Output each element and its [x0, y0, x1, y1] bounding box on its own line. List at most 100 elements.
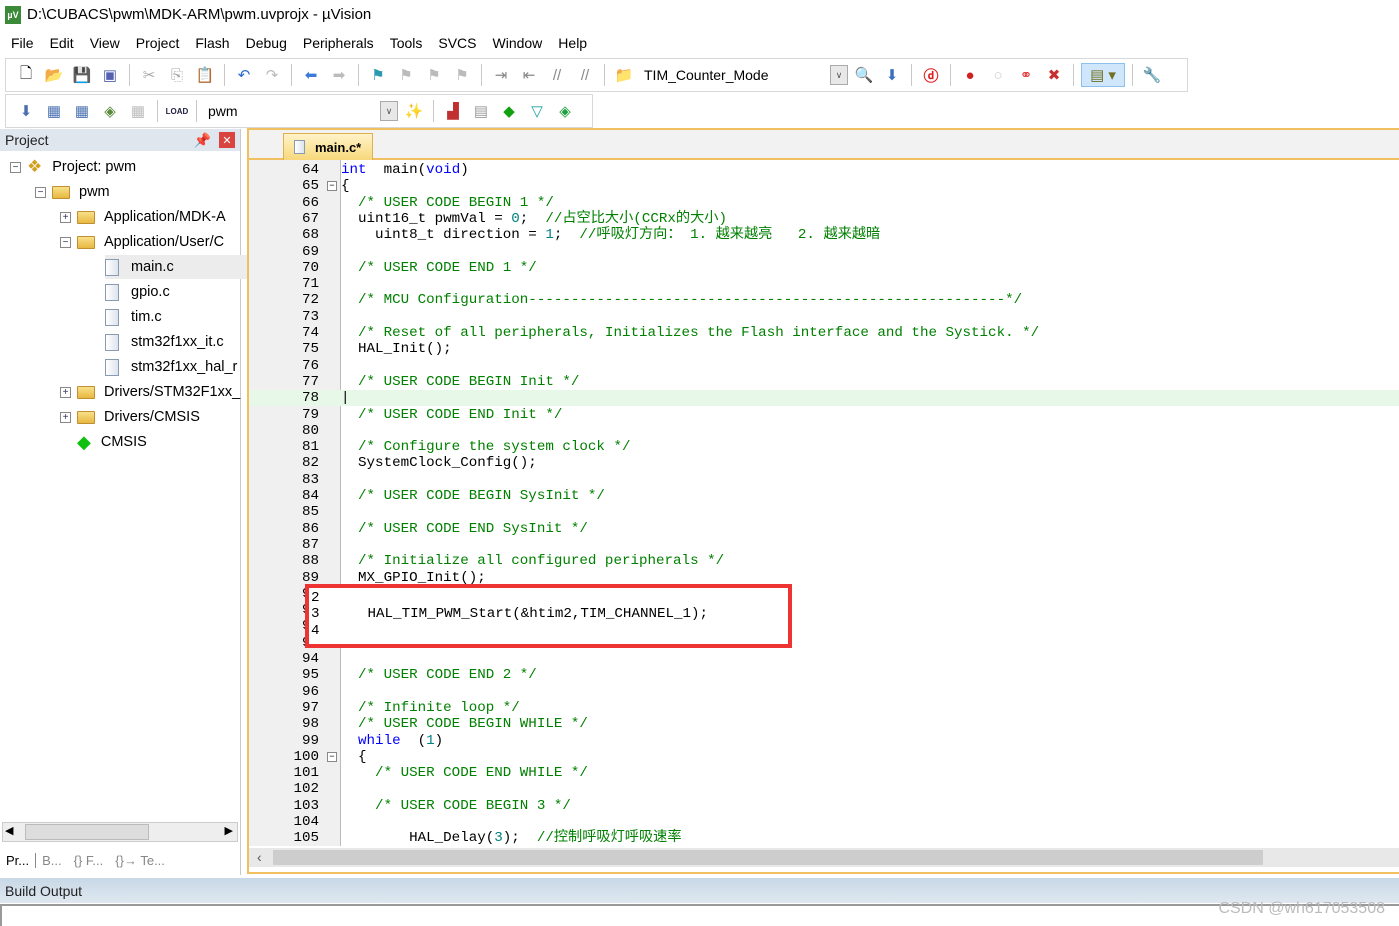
tree-item[interactable]: − pwm — [35, 180, 110, 204]
code-line[interactable]: 100− { — [249, 749, 1399, 765]
code-line[interactable]: 99 while (1) — [249, 733, 1399, 749]
comment-icon[interactable]: // — [545, 63, 569, 87]
target-combo[interactable]: pwm — [208, 103, 376, 119]
manage-multi-project-icon[interactable]: ▤ — [469, 99, 493, 123]
cut-icon[interactable]: ✂ — [137, 63, 161, 87]
paste-icon[interactable]: 📋 — [193, 63, 217, 87]
tree-item[interactable]: ◆ CMSIS — [77, 430, 147, 454]
project-panel-tab[interactable]: B... — [36, 853, 68, 868]
fold-collapse-icon[interactable]: − — [327, 181, 337, 192]
configure-icon[interactable]: 🔧 — [1140, 63, 1164, 87]
code-line[interactable]: 97 /* Infinite loop */ — [249, 700, 1399, 716]
save-all-icon[interactable]: ▣ — [98, 63, 122, 87]
menu-project[interactable]: Project — [128, 35, 188, 51]
editor-horizontal-scrollbar[interactable]: ‹ — [249, 848, 1399, 867]
breakpoint-kill-all-icon[interactable]: ✖ — [1042, 63, 1066, 87]
project-panel-tab[interactable]: Pr... — [0, 852, 37, 868]
menu-peripherals[interactable]: Peripherals — [295, 35, 382, 51]
build-output-text[interactable] — [0, 904, 1399, 926]
fold-collapse-icon[interactable]: − — [327, 751, 337, 762]
code-line[interactable]: 95 /* USER CODE END 2 */ — [249, 667, 1399, 683]
menu-file[interactable]: File — [3, 35, 42, 51]
build-icon[interactable]: ▦ — [42, 99, 66, 123]
save-icon[interactable]: 💾 — [70, 63, 94, 87]
code-line[interactable]: 65−{ — [249, 178, 1399, 194]
stop-build-icon[interactable]: ▦ — [126, 99, 150, 123]
expand-icon[interactable]: + — [60, 386, 71, 398]
pin-icon[interactable]: 📌 — [194, 132, 211, 149]
menu-svcs[interactable]: SVCS — [430, 35, 484, 51]
indent-icon[interactable]: ⇥ — [489, 63, 513, 87]
code-line[interactable]: 76 — [249, 358, 1399, 374]
tree-item[interactable]: stm32f1xx_it.c — [105, 330, 224, 354]
window-layout-icon[interactable]: ▤ ▾ — [1081, 63, 1125, 87]
find-in-files-icon[interactable]: 📁 — [612, 63, 636, 87]
rebuild-icon[interactable]: ▦ — [70, 99, 94, 123]
tree-item[interactable]: − ❖ Project: pwm — [10, 155, 136, 179]
code-line[interactable]: 84 /* USER CODE BEGIN SysInit */ — [249, 488, 1399, 504]
project-panel-tab[interactable]: {} F... — [68, 853, 110, 868]
collapse-icon[interactable]: − — [10, 161, 21, 173]
code-line[interactable]: 105 HAL_Delay(3); //控制呼吸灯呼吸速率 — [249, 830, 1399, 846]
code-line[interactable]: 82 SystemClock_Config(); — [249, 455, 1399, 471]
bookmark-prev-icon[interactable]: ⚑ — [394, 63, 418, 87]
code-line[interactable]: 83 — [249, 472, 1399, 488]
collapse-icon[interactable]: − — [60, 236, 71, 248]
open-file-icon[interactable]: 📂 — [42, 63, 66, 87]
breakpoint-insert-icon[interactable]: ● — [958, 63, 982, 87]
nav-back-icon[interactable]: ⬅ — [299, 63, 323, 87]
menu-view[interactable]: View — [82, 35, 128, 51]
expand-icon[interactable]: + — [60, 411, 71, 423]
scroll-thumb[interactable] — [25, 824, 149, 840]
scroll-thumb[interactable] — [273, 850, 1263, 865]
menu-flash[interactable]: Flash — [187, 35, 237, 51]
tree-item[interactable]: + Application/MDK-A — [60, 205, 226, 229]
tree-item[interactable]: stm32f1xx_hal_r — [105, 355, 237, 379]
find-combo[interactable]: TIM_Counter_Mode — [644, 67, 826, 83]
copy-icon[interactable]: ⎘ — [165, 63, 189, 87]
tree-horizontal-scrollbar[interactable]: ◀ ▶ — [2, 822, 238, 842]
unindent-icon[interactable]: ⇤ — [517, 63, 541, 87]
batch-build-icon[interactable]: ◈ — [98, 99, 122, 123]
menu-help[interactable]: Help — [550, 35, 595, 51]
tree-item[interactable]: − Application/User/C — [60, 230, 224, 254]
find-icon[interactable]: 🔍 — [852, 63, 876, 87]
tree-item[interactable]: gpio.c — [105, 280, 170, 304]
code-line[interactable]: 67 uint16_t pwmVal = 0; //占空比大小(CCRx的大小) — [249, 211, 1399, 227]
debug-session-icon[interactable]: ⓓ — [919, 63, 943, 87]
code-line[interactable]: 77 /* USER CODE BEGIN Init */ — [249, 374, 1399, 390]
tree-item[interactable]: main.c — [105, 255, 255, 279]
code-line[interactable]: 72 /* MCU Configuration-----------------… — [249, 292, 1399, 308]
collapse-icon[interactable]: − — [35, 186, 46, 198]
scroll-left-icon[interactable]: ‹ — [257, 849, 262, 865]
download-load-icon[interactable]: LOAD — [165, 99, 189, 123]
code-line[interactable]: 78 | — [249, 390, 1399, 407]
code-line[interactable]: 94 — [249, 651, 1399, 667]
code-line[interactable]: 68 uint8_t direction = 1; //呼吸灯方向： 1. 越来… — [249, 227, 1399, 243]
code-line[interactable]: 66 /* USER CODE BEGIN 1 */ — [249, 195, 1399, 211]
close-icon[interactable]: ✕ — [219, 132, 235, 148]
manage-project-items-icon[interactable]: ▟ — [441, 99, 465, 123]
nav-forward-icon[interactable]: ➡ — [327, 63, 351, 87]
redo-icon[interactable]: ↷ — [260, 63, 284, 87]
find-combo-dropdown[interactable]: ∨ — [830, 65, 848, 85]
translate-icon[interactable]: ⬇ — [14, 99, 38, 123]
incremental-find-icon[interactable]: ⬇ — [880, 63, 904, 87]
undo-icon[interactable]: ↶ — [232, 63, 256, 87]
code-line[interactable]: 101 /* USER CODE END WHILE */ — [249, 765, 1399, 781]
code-line[interactable]: 86 /* USER CODE END SysInit */ — [249, 521, 1399, 537]
bookmark-next-icon[interactable]: ⚑ — [422, 63, 446, 87]
breakpoint-enable-icon[interactable]: ○ — [986, 63, 1010, 87]
code-line[interactable]: 98 /* USER CODE BEGIN WHILE */ — [249, 716, 1399, 732]
expand-icon[interactable]: + — [60, 211, 71, 223]
code-line[interactable]: 87 — [249, 537, 1399, 553]
tree-item[interactable]: tim.c — [105, 305, 162, 329]
bookmark-icon[interactable]: ⚑ — [366, 63, 390, 87]
scroll-left-icon[interactable]: ◀ — [5, 824, 13, 837]
select-software-packs-icon[interactable]: ▽ — [525, 99, 549, 123]
code-line[interactable]: 80 — [249, 423, 1399, 439]
code-line[interactable]: 74 /* Reset of all peripherals, Initiali… — [249, 325, 1399, 341]
tree-item[interactable]: + Drivers/CMSIS — [60, 405, 200, 429]
code-line[interactable]: 103 /* USER CODE BEGIN 3 */ — [249, 798, 1399, 814]
code-line[interactable]: 88 /* Initialize all configured peripher… — [249, 553, 1399, 569]
